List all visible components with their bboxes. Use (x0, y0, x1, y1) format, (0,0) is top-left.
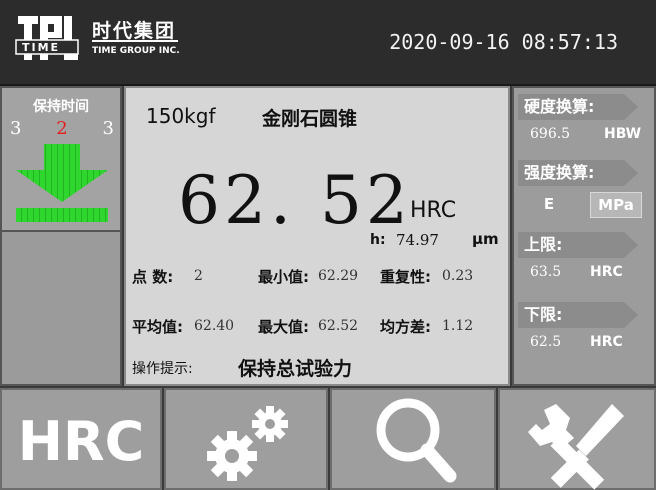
operation-tip-value: 保持总试验力 (238, 358, 353, 380)
upper-limit-unit: HRC (590, 264, 623, 280)
depth-value: 74.97 (396, 231, 439, 249)
upper-limit-title[interactable]: 上限: (518, 232, 638, 258)
hardness-conversion-title[interactable]: 硬度换算: (518, 94, 638, 120)
hold-progress-bar (16, 208, 108, 222)
scale-button-label: HRC (17, 410, 145, 473)
brand-divider (92, 40, 178, 42)
strength-conversion-title[interactable]: 强度换算: (518, 160, 638, 186)
lower-limit-value: 62.5 (530, 334, 562, 350)
lower-limit-unit: HRC (590, 334, 623, 350)
repeatability-value: 0.23 (442, 268, 474, 284)
header-bar: TIME 时代集团 TIME GROUP INC. 2020-09-16 08:… (0, 0, 656, 86)
measurement-panel: 150kgf 金刚石圆锥 62. 52 HRC h: 74.97 μm 点 数:… (124, 86, 510, 386)
hardness-value: 62. 52 (178, 162, 412, 239)
hardness-conversion-value: 696.5 (530, 126, 571, 142)
hold-time-title: 保持时间 (33, 99, 89, 115)
brand-name-en: TIME GROUP INC. (92, 46, 180, 56)
datetime-display: 2020-09-16 08:57:13 (389, 30, 618, 54)
settings-button[interactable] (164, 388, 328, 490)
average-value: 62.40 (194, 318, 235, 334)
tools-button[interactable] (498, 388, 656, 490)
strength-unit-box[interactable]: MPa (590, 192, 642, 218)
std-dev-label: 均方差: (380, 318, 431, 336)
hardness-scale: HRC (410, 198, 457, 223)
search-button[interactable] (330, 388, 496, 490)
tester-screen: TIME 时代集团 TIME GROUP INC. 2020-09-16 08:… (0, 0, 656, 490)
scale-button[interactable]: HRC (0, 388, 162, 490)
time-logo: TIME (14, 12, 80, 64)
count-label: 点 数: (132, 268, 174, 286)
depth-unit: μm (472, 230, 499, 248)
max-value: 62.52 (318, 318, 359, 334)
countdown-digit: 3 (10, 118, 22, 139)
tools-icon (528, 404, 624, 490)
load-down-arrow-icon (16, 144, 108, 202)
strength-conversion-e: E (543, 195, 555, 213)
indenter-type: 金刚石圆锥 (262, 108, 358, 130)
repeatability-label: 重复性: (380, 268, 431, 286)
lower-limit-title[interactable]: 下限: (518, 302, 638, 328)
min-label: 最小值: (258, 268, 309, 286)
hold-time-box: 保持时间 3 2 3 (2, 88, 120, 232)
countdown-digit-active: 2 (56, 118, 68, 139)
logo-text: TIME (22, 41, 61, 54)
operation-tip-label: 操作提示: (132, 361, 193, 377)
countdown-digit: 3 (102, 118, 114, 139)
count-value: 2 (194, 268, 203, 284)
max-label: 最大值: (258, 318, 309, 336)
hold-time-panel: 保持时间 3 2 3 (0, 86, 122, 386)
search-icon (376, 398, 457, 483)
hardness-conversion-unit: HBW (604, 126, 642, 142)
hold-countdown: 3 2 3 (10, 118, 114, 139)
left-empty-area (2, 234, 120, 384)
std-dev-value: 1.12 (442, 318, 474, 334)
average-label: 平均值: (132, 318, 183, 336)
gears-icon (207, 406, 288, 481)
min-value: 62.29 (318, 268, 359, 284)
upper-limit-value: 63.5 (530, 264, 562, 280)
conversion-panel: 硬度换算: 696.5 HBW 强度换算: E MPa 上限: 63.5 HRC… (512, 86, 656, 386)
depth-label: h: (370, 232, 386, 248)
brand-name-cn: 时代集团 (92, 20, 177, 42)
test-load: 150kgf (146, 104, 216, 128)
